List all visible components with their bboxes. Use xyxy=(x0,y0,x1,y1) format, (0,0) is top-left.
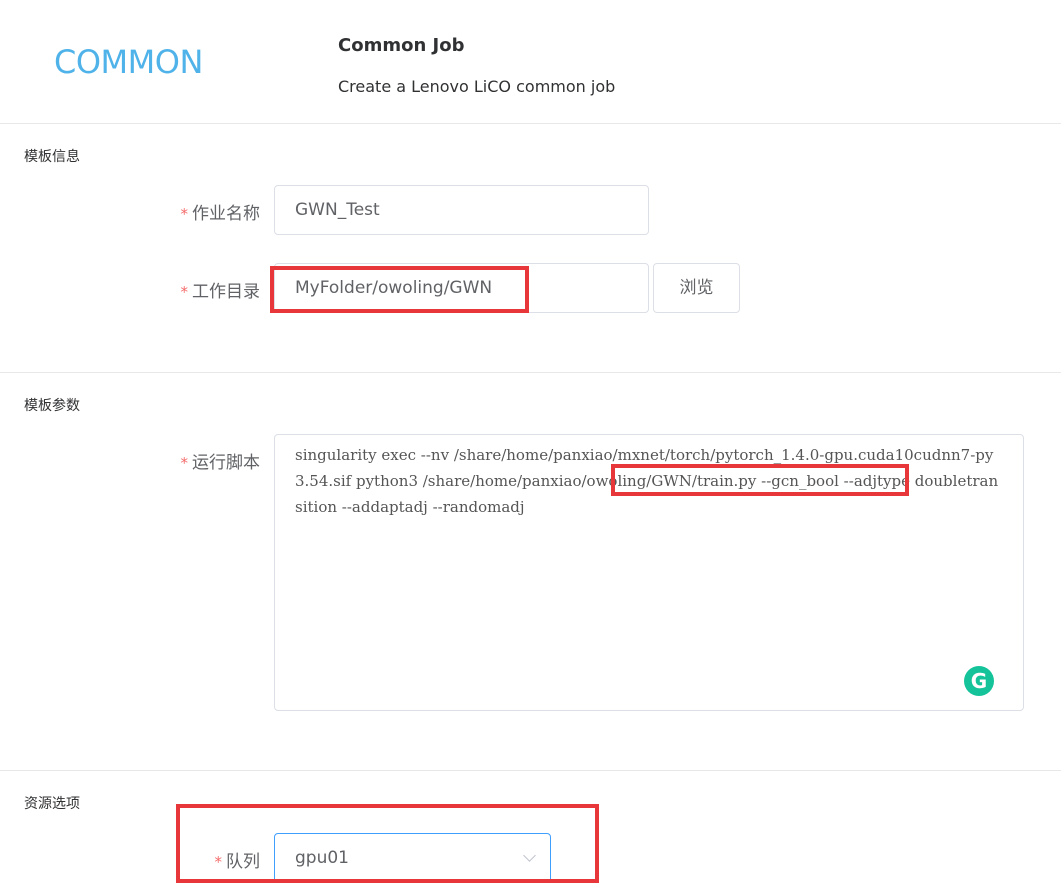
required-mark: * xyxy=(180,283,189,301)
required-mark: * xyxy=(180,205,189,223)
script-highlighted-path: /share/home/panxiao/owoling/GWN xyxy=(422,472,692,490)
work-dir-value: MyFolder/owoling/GWN xyxy=(295,278,493,298)
common-job-page: COMMON Common Job Create a Lenovo LiCO c… xyxy=(0,0,1061,883)
page-title: Common Job xyxy=(338,35,465,56)
job-name-value: GWN_Test xyxy=(295,200,380,220)
divider xyxy=(0,372,1061,373)
queue-value: gpu01 xyxy=(295,848,349,868)
grammarly-icon[interactable]: G xyxy=(964,666,994,696)
work-dir-input[interactable]: MyFolder/owoling/GWN xyxy=(274,263,649,313)
required-mark: * xyxy=(180,454,189,472)
required-mark: * xyxy=(214,853,223,871)
run-script-textarea[interactable]: singularity exec --nv /share/home/panxia… xyxy=(274,434,1024,711)
work-dir-label: * 工作目录 xyxy=(180,282,261,302)
queue-label: * 队列 xyxy=(214,852,261,872)
divider xyxy=(0,123,1061,124)
section-template-info: 模板信息 xyxy=(24,149,80,165)
queue-select[interactable]: gpu01 xyxy=(274,833,551,883)
chevron-down-icon xyxy=(523,849,536,862)
section-template-params: 模板参数 xyxy=(24,398,80,414)
section-resource-options: 资源选项 xyxy=(24,796,80,812)
browse-button[interactable]: 浏览 xyxy=(653,263,740,313)
run-script-label: * 运行脚本 xyxy=(180,453,261,473)
job-name-input[interactable]: GWN_Test xyxy=(274,185,649,235)
common-logo: COMMON xyxy=(54,43,203,81)
run-script-content: singularity exec --nv /share/home/panxia… xyxy=(295,446,999,516)
job-name-label: * 作业名称 xyxy=(180,204,261,224)
divider xyxy=(0,770,1061,771)
page-description: Create a Lenovo LiCO common job xyxy=(338,77,616,96)
